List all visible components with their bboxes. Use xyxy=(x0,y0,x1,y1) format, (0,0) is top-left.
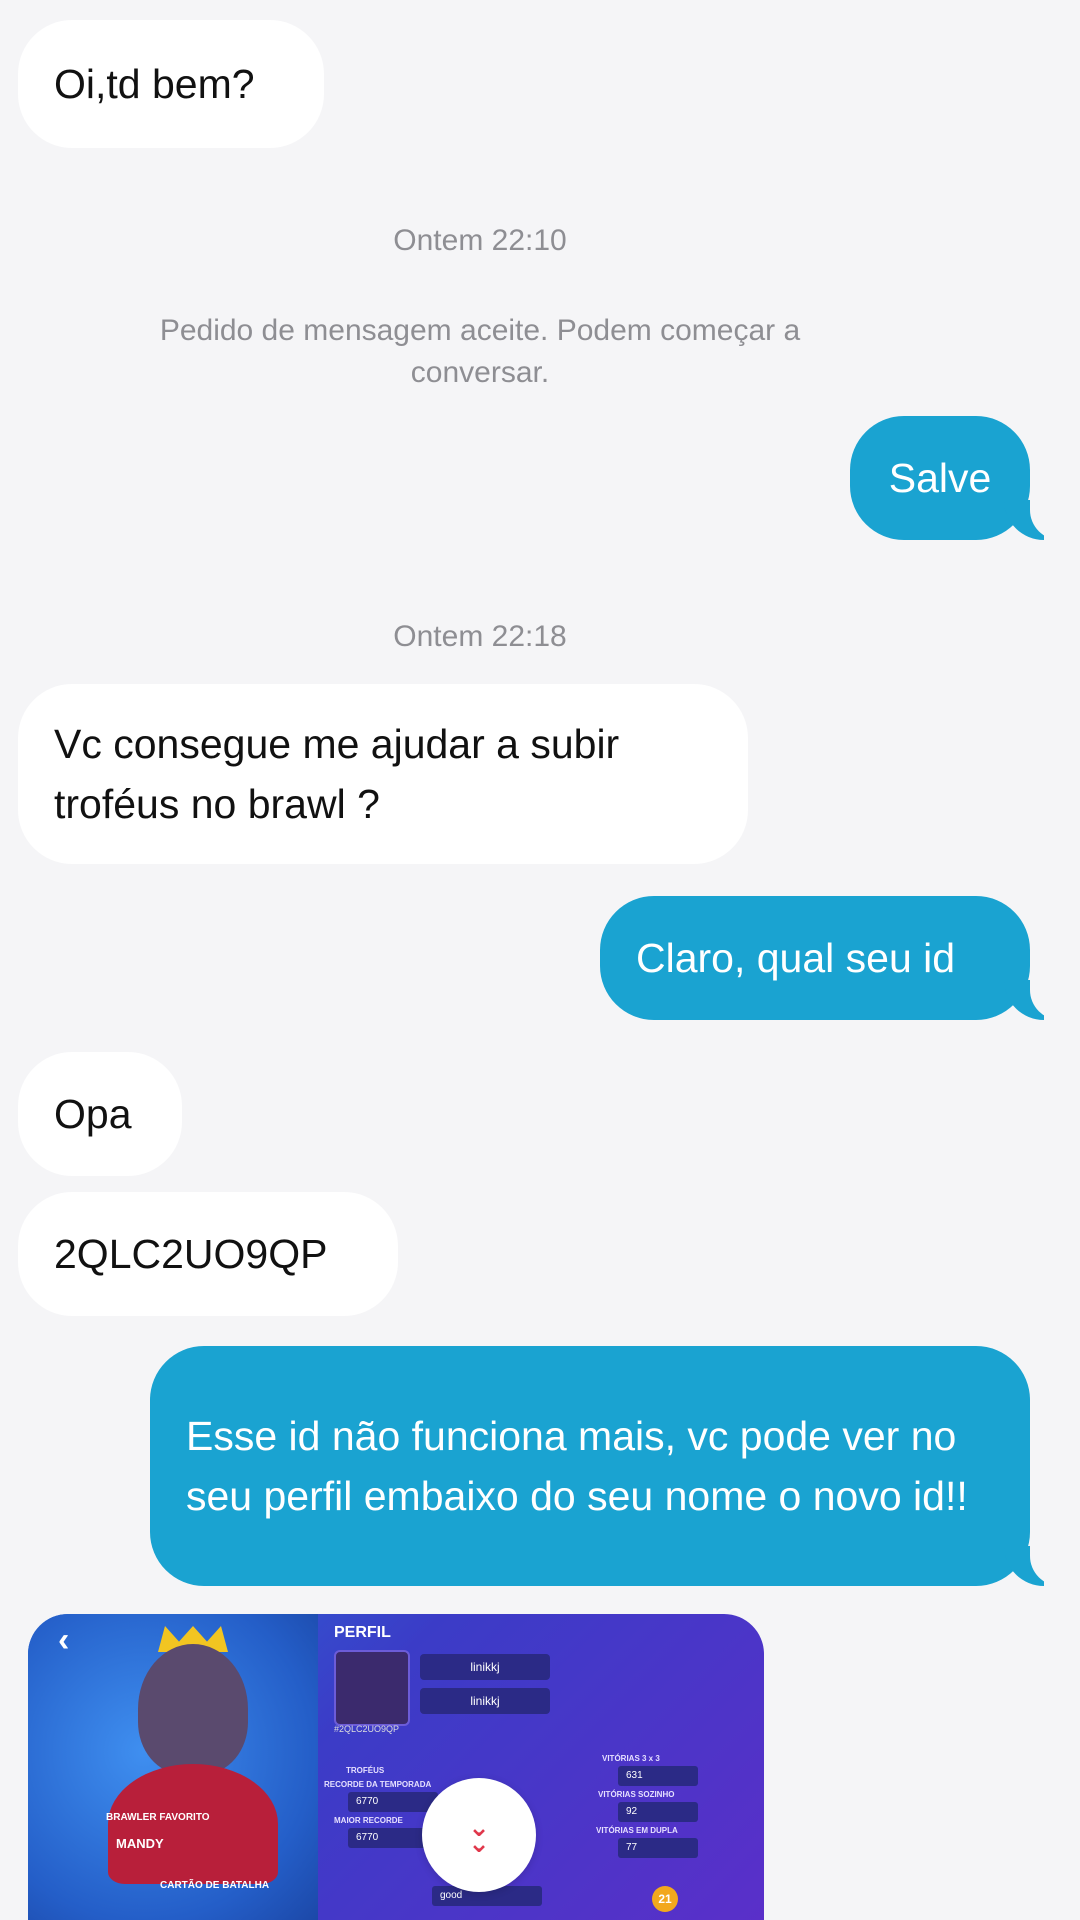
level-badge: 21 xyxy=(652,1886,678,1912)
message-incoming[interactable]: 2QLC2UO9QP xyxy=(18,1192,398,1316)
wins3-label: VITÓRIAS 3 x 3 xyxy=(602,1754,660,1763)
profile-avatar xyxy=(334,1650,410,1726)
message-text: Esse id não funciona mais, vc pode ver n… xyxy=(186,1413,968,1519)
player-name-secondary: linikkj xyxy=(420,1688,550,1714)
brawler-name: MANDY xyxy=(116,1836,164,1851)
message-outgoing[interactable]: Esse id não funciona mais, vc pode ver n… xyxy=(150,1346,1060,1586)
message-text: Opa xyxy=(54,1091,132,1137)
message-incoming[interactable]: Opa xyxy=(18,1052,182,1176)
brawler-body xyxy=(108,1764,278,1884)
double-chevron-down-icon: ⌄ ⌄ xyxy=(468,1812,490,1858)
message-text: 2QLC2UO9QP xyxy=(54,1231,328,1277)
wins3-value: 631 xyxy=(618,1766,698,1786)
message-outgoing[interactable]: Claro, qual seu id xyxy=(600,896,1060,1020)
season-value: 6770 xyxy=(348,1792,438,1812)
message-incoming[interactable]: Oi,td bem? xyxy=(18,20,324,148)
duo-value: 77 xyxy=(618,1838,698,1858)
player-name: linikkj xyxy=(420,1654,550,1680)
season-label: RECORDE DA TEMPORADA xyxy=(324,1780,432,1789)
shared-image[interactable]: ‹ BRAWLER FAVORITO MANDY CARTÃO DE BATAL… xyxy=(28,1614,764,1920)
system-message: Pedido de mensagem aceite. Podem começar… xyxy=(159,314,801,389)
player-tag: #2QLC2UO9QP xyxy=(334,1724,400,1734)
solo-label: VITÓRIAS SOZINHO xyxy=(598,1790,675,1799)
favorite-label: BRAWLER FAVORITO xyxy=(106,1812,210,1823)
message-text: Oi,td bem? xyxy=(54,61,255,107)
expand-button[interactable]: ⌄ ⌄ xyxy=(422,1778,536,1892)
message-text: Claro, qual seu id xyxy=(636,935,956,981)
message-incoming[interactable]: Vc consegue me ajudar a subir troféus no… xyxy=(18,684,748,864)
message-outgoing[interactable]: Salve xyxy=(850,416,1060,540)
brawler-panel: ‹ BRAWLER FAVORITO MANDY CARTÃO DE BATAL… xyxy=(28,1614,318,1920)
card-label: CARTÃO DE BATALHA xyxy=(160,1880,270,1891)
message-text: Vc consegue me ajudar a subir troféus no… xyxy=(54,721,620,827)
timestamp: Ontem 22:10 xyxy=(393,224,567,257)
duo-label: VITÓRIAS EM DUPLA xyxy=(596,1826,678,1835)
back-icon: ‹ xyxy=(58,1621,70,1659)
trophies-label: TROFÉUS xyxy=(346,1766,385,1775)
brawler-portrait xyxy=(138,1644,248,1774)
message-text: Salve xyxy=(888,455,992,501)
max-label: MAIOR RECORDE xyxy=(334,1816,403,1825)
solo-value: 92 xyxy=(618,1802,698,1822)
screenshot-title: PERFIL xyxy=(334,1624,391,1641)
timestamp: Ontem 22:18 xyxy=(393,620,567,653)
